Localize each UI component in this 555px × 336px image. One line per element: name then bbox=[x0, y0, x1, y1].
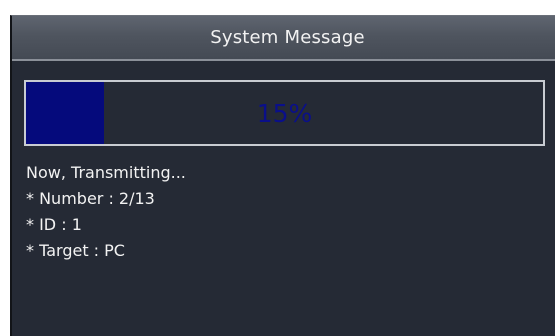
transmit-progress-bar: 15% bbox=[24, 80, 545, 146]
progress-percent-label: 15% bbox=[256, 98, 313, 128]
system-message-dialog: System Message 15% Now, Transmitting... … bbox=[10, 15, 555, 336]
dialog-title-bar: System Message bbox=[12, 16, 555, 61]
dialog-title: System Message bbox=[210, 27, 365, 48]
status-lines: Now, Transmitting... * Number : 2/13 * I… bbox=[26, 160, 186, 264]
status-line-number: * Number : 2/13 bbox=[26, 189, 155, 208]
status-line-transmitting: Now, Transmitting... bbox=[26, 163, 186, 182]
status-line-target: * Target : PC bbox=[26, 241, 125, 260]
status-line-id: * ID : 1 bbox=[26, 215, 82, 234]
